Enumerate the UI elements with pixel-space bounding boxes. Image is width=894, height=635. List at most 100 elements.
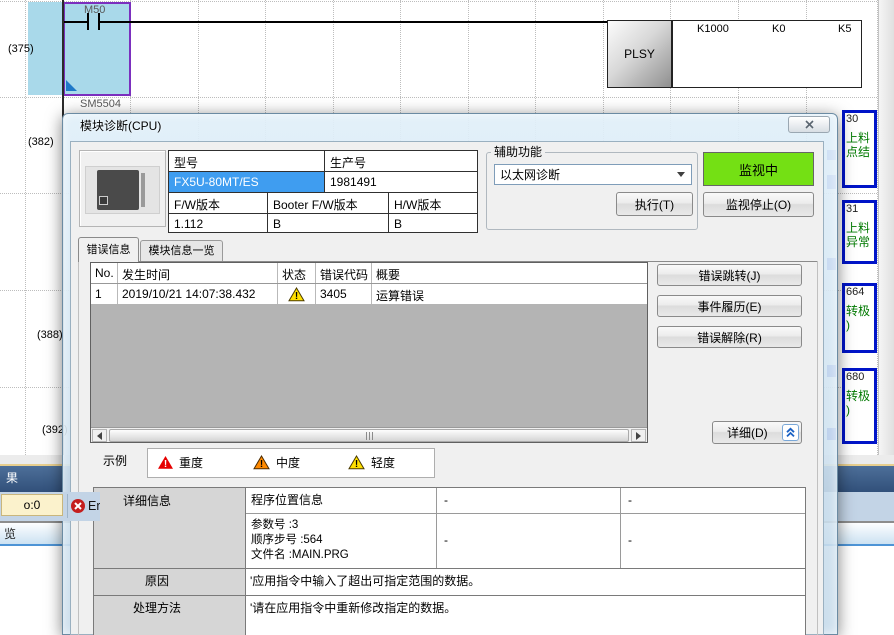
row-summary: 运算错误 <box>372 284 647 304</box>
instruction-block[interactable]: PLSY <box>607 20 672 88</box>
header-booter: Booter F/W版本 <box>268 193 389 213</box>
monitoring-status-button[interactable]: 监视中 <box>703 152 814 186</box>
coil-comment-box: 31 上料 异常 <box>842 200 877 264</box>
dock-toolbar-overlay: o:0 Err <box>0 492 100 521</box>
fw-value[interactable]: 1.112 <box>169 214 268 233</box>
error-clear-button[interactable]: 错误解除(R) <box>657 326 802 348</box>
aux-function-label: 辅助功能 <box>491 145 545 159</box>
tab-error-info[interactable]: 错误信息 <box>78 237 139 262</box>
detail-dash: - <box>628 533 632 547</box>
table-row[interactable]: 1 2019/10/21 14:07:38.432 ! 3405 运算错误 <box>91 284 647 304</box>
col-header-time[interactable]: 发生时间 <box>118 263 278 283</box>
col-header-status[interactable]: 状态 <box>278 263 316 283</box>
row-time: 2019/10/21 14:07:38.432 <box>118 284 278 304</box>
coil-device-number: 680 <box>846 371 874 383</box>
detail-dash: - <box>628 493 632 507</box>
coil-device-number: 31 <box>846 203 874 215</box>
monitor-marker-icon <box>66 80 77 91</box>
program-param: 参数号 :3 <box>251 518 349 533</box>
scroll-right-button[interactable] <box>631 429 646 442</box>
aux-function-select[interactable]: 以太网诊断 <box>494 164 692 185</box>
chevron-down-icon <box>677 172 685 177</box>
svg-text:!: ! <box>295 291 298 302</box>
detail-col-divider <box>436 488 437 568</box>
execute-button-label: 执行(T) <box>635 196 674 213</box>
plc-module-edge <box>141 173 145 207</box>
legend-label: 示例 <box>103 454 127 468</box>
table-hscrollbar[interactable] <box>91 427 647 443</box>
serial-value[interactable]: 1981491 <box>325 172 477 192</box>
severe-icon: ! <box>157 455 174 470</box>
coil-comment-text: ) <box>846 403 874 417</box>
monitoring-status-label: 监视中 <box>739 160 778 179</box>
col-header-summary[interactable]: 概要 <box>372 263 647 283</box>
dock-title: 果 <box>6 471 18 485</box>
ladder-row-number: (388) <box>37 329 63 342</box>
thumb-grip-icon <box>366 432 367 440</box>
tab-module-info-list-label: 模块信息一览 <box>149 245 215 258</box>
ladder-row-number: (382) <box>28 136 54 149</box>
detail-button-label: 详细(D) <box>727 424 768 441</box>
detail-subrow-divider <box>246 513 805 514</box>
coil-comment-box: 664 转极 ) <box>842 283 877 353</box>
instruction-label: PLSY <box>624 47 655 61</box>
aux-function-selected: 以太网诊断 <box>500 168 677 182</box>
row-code: 3405 <box>316 284 372 304</box>
arrow-right-icon <box>636 432 641 440</box>
event-history-button[interactable]: 事件履历(E) <box>657 295 802 317</box>
coil-device-number: 664 <box>846 286 874 298</box>
error-count: o:0 <box>24 498 41 512</box>
tab-error-info-label: 错误信息 <box>87 244 131 257</box>
severe-label: 重度 <box>179 456 203 470</box>
arrow-left-icon <box>97 432 102 440</box>
coil-device-number: 30 <box>846 113 874 125</box>
model-value[interactable]: FX5U-80MT/ES <box>169 172 325 192</box>
light-icon: ! <box>348 455 365 470</box>
error-status-text: Err <box>88 499 100 513</box>
booter-value[interactable]: B <box>268 214 389 233</box>
detail-row-label-fix: 处理方法 <box>133 601 181 615</box>
device-label: SM5504 <box>80 98 121 111</box>
row-no: 1 <box>91 284 118 304</box>
header-fw: F/W版本 <box>169 193 268 213</box>
detail-collapse-toggle[interactable] <box>782 424 799 441</box>
tab-page-border <box>78 261 79 635</box>
svg-text:!: ! <box>260 459 263 470</box>
detail-col-divider <box>620 488 621 568</box>
operand-value: K5 <box>838 23 851 36</box>
col-header-no[interactable]: No. <box>91 263 118 283</box>
dialog-title: 模块诊断(CPU) <box>80 119 161 133</box>
monitor-stop-button[interactable]: 监视停止(O) <box>703 192 814 217</box>
coil-comment-text: 上料 <box>846 221 874 235</box>
tab-module-info-list[interactable]: 模块信息一览 <box>140 240 223 262</box>
dialog-close-button[interactable] <box>788 116 830 133</box>
execute-button[interactable]: 执行(T) <box>616 192 693 216</box>
event-history-label: 事件履历(E) <box>698 298 762 315</box>
toolbar-separator <box>67 494 68 518</box>
coil-comment-text: 点结 <box>846 145 874 159</box>
ladder-wire <box>100 21 607 23</box>
moderate-label: 中度 <box>276 456 300 470</box>
editor-scrollbar[interactable] <box>878 0 894 455</box>
scrollbar-thumb[interactable] <box>109 429 629 442</box>
warning-light-icon: ! <box>288 287 305 302</box>
no-contact-symbol <box>87 13 89 30</box>
hw-value[interactable]: B <box>389 214 477 233</box>
error-jump-button[interactable]: 错误跳转(J) <box>657 264 802 286</box>
no-contact-symbol <box>64 21 87 23</box>
error-status-icon <box>71 499 85 513</box>
close-icon <box>805 120 814 129</box>
program-location-header: 程序位置信息 <box>251 493 323 507</box>
detail-row-label-info: 详细信息 <box>123 494 171 508</box>
ladder-row-number: (375) <box>8 43 34 56</box>
error-clear-label: 错误解除(R) <box>697 329 762 346</box>
svg-text:!: ! <box>355 459 358 470</box>
module-info-table: 型号 生产号 FX5U-80MT/ES 1981491 F/W版本 Booter… <box>168 150 478 233</box>
error-jump-label: 错误跳转(J) <box>699 267 761 284</box>
screen: (375) (382) (388) (392) M50 SM5504 PLSY … <box>0 0 894 635</box>
col-header-code[interactable]: 错误代码 <box>316 263 372 283</box>
detail-dash: - <box>444 493 448 507</box>
coil-comment-text: 上料 <box>846 131 874 145</box>
scroll-left-button[interactable] <box>92 429 107 442</box>
coil-comment-text: 异常 <box>846 235 874 249</box>
